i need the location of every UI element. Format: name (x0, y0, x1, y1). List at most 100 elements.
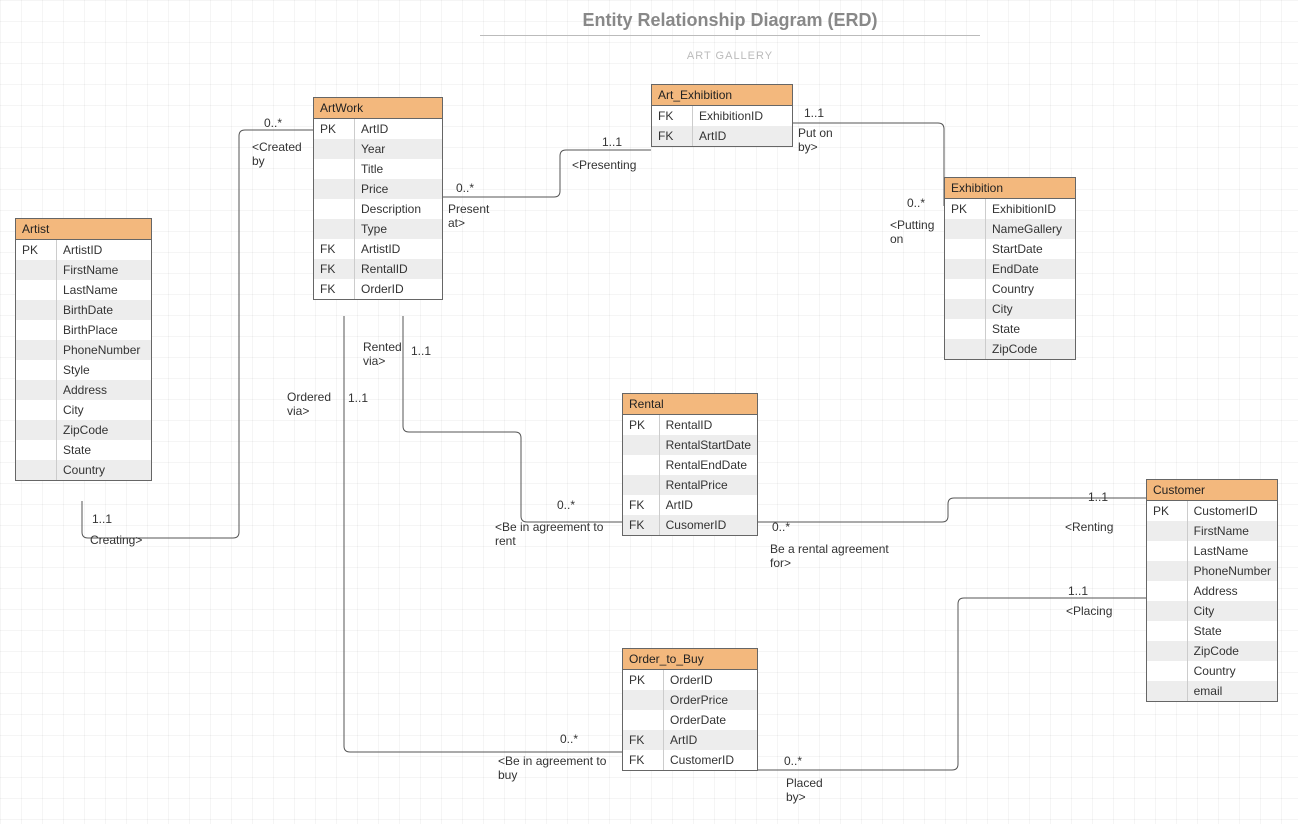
field-key: PK (623, 670, 664, 690)
field-row: State (1147, 621, 1277, 641)
field-name: ArtID (664, 730, 758, 750)
rel-renting: <Renting (1065, 520, 1113, 534)
card-placed-by: 0..* (784, 754, 802, 768)
field-name: Title (355, 159, 443, 179)
field-key (314, 219, 355, 239)
rel-presenting: <Presenting (572, 158, 636, 172)
field-row: ZipCode (16, 420, 151, 440)
field-name: StartDate (986, 239, 1076, 259)
field-row: PKArtistID (16, 240, 151, 260)
field-row: City (945, 299, 1075, 319)
field-name: RentalStartDate (659, 435, 757, 455)
field-row: ZipCode (945, 339, 1075, 359)
field-row: PhoneNumber (1147, 561, 1277, 581)
field-name: FirstName (1187, 521, 1277, 541)
field-key (1147, 561, 1187, 581)
field-row: RentalEndDate (623, 455, 757, 475)
field-row: FirstName (1147, 521, 1277, 541)
field-name: Country (986, 279, 1076, 299)
diagram-title: Entity Relationship Diagram (ERD) (480, 10, 980, 31)
field-row: State (945, 319, 1075, 339)
field-key (1147, 661, 1187, 681)
field-name: Country (1187, 661, 1277, 681)
field-row: Type (314, 219, 442, 239)
field-row: FKOrderID (314, 279, 442, 299)
field-row: RentalPrice (623, 475, 757, 495)
field-row: RentalStartDate (623, 435, 757, 455)
field-key (16, 460, 57, 480)
field-row: Style (16, 360, 151, 380)
card-agree-rent: 0..* (557, 498, 575, 512)
field-row: Country (945, 279, 1075, 299)
field-row: BirthPlace (16, 320, 151, 340)
field-name: OrderID (664, 670, 758, 690)
field-row: PKRentalID (623, 415, 757, 435)
entity-artist[interactable]: Artist PKArtistIDFirstNameLastNameBirthD… (15, 218, 152, 481)
field-name: OrderPrice (664, 690, 758, 710)
field-key: FK (314, 259, 355, 279)
entity-header: ArtWork (314, 98, 442, 119)
field-row: City (1147, 601, 1277, 621)
rel-placing: <Placing (1066, 604, 1112, 618)
entity-exhibition[interactable]: Exhibition PKExhibitionIDNameGalleryStar… (944, 177, 1076, 360)
field-key: FK (314, 279, 355, 299)
field-name: State (986, 319, 1076, 339)
field-key: PK (1147, 501, 1187, 521)
field-key (16, 400, 57, 420)
field-key (1147, 581, 1187, 601)
rel-agree-buy: <Be in agreement to buy (498, 754, 606, 782)
field-name: CustomerID (664, 750, 758, 770)
field-row: PKCustomerID (1147, 501, 1277, 521)
field-key: FK (652, 126, 693, 146)
field-name: OrderID (355, 279, 443, 299)
field-row: OrderPrice (623, 690, 757, 710)
field-row: StartDate (945, 239, 1075, 259)
field-name: ExhibitionID (986, 199, 1076, 219)
card-present-at: 0..* (456, 181, 474, 195)
entity-order-to-buy[interactable]: Order_to_Buy PKOrderIDOrderPriceOrderDat… (622, 648, 758, 771)
field-name: Type (355, 219, 443, 239)
field-key (623, 475, 659, 495)
field-key (623, 690, 664, 710)
field-key: PK (314, 119, 355, 139)
field-key (945, 299, 986, 319)
field-name: Price (355, 179, 443, 199)
rel-put-on-by: Put on by> (798, 126, 833, 154)
entity-rental[interactable]: Rental PKRentalIDRentalStartDateRentalEn… (622, 393, 758, 536)
field-key (16, 280, 57, 300)
field-name: Description (355, 199, 443, 219)
field-row: FKArtistID (314, 239, 442, 259)
field-name: Country (57, 460, 152, 480)
field-row: FKArtID (623, 730, 757, 750)
field-name: City (1187, 601, 1277, 621)
field-key: FK (652, 106, 693, 126)
field-key: PK (623, 415, 659, 435)
entity-header: Order_to_Buy (623, 649, 757, 670)
field-key (1147, 521, 1187, 541)
entity-customer[interactable]: Customer PKCustomerIDFirstNameLastNamePh… (1146, 479, 1278, 702)
rel-present-at: Present at> (448, 202, 489, 230)
diagram-subtitle: ART GALLERY (480, 50, 980, 62)
field-name: City (57, 400, 152, 420)
field-key (623, 455, 659, 475)
field-name: Style (57, 360, 152, 380)
entity-artwork[interactable]: ArtWork PKArtIDYearTitlePriceDescription… (313, 97, 443, 300)
entity-art-exhibition[interactable]: Art_Exhibition FKExhibitionIDFKArtID (651, 84, 793, 147)
field-key (945, 219, 986, 239)
field-row: Address (16, 380, 151, 400)
entity-fields: PKArtistIDFirstNameLastNameBirthDateBirt… (16, 240, 151, 480)
card-placing: 1..1 (1068, 584, 1088, 598)
field-name: NameGallery (986, 219, 1076, 239)
field-key (16, 380, 57, 400)
field-name: RentalPrice (659, 475, 757, 495)
field-key (1147, 621, 1187, 641)
entity-header: Art_Exhibition (652, 85, 792, 106)
field-row: FirstName (16, 260, 151, 280)
field-row: ZipCode (1147, 641, 1277, 661)
field-row: Address (1147, 581, 1277, 601)
field-name: Address (57, 380, 152, 400)
field-row: PKExhibitionID (945, 199, 1075, 219)
field-row: FKArtID (623, 495, 757, 515)
field-name: City (986, 299, 1076, 319)
rel-agree-rent: <Be in agreement to rent (495, 520, 603, 548)
